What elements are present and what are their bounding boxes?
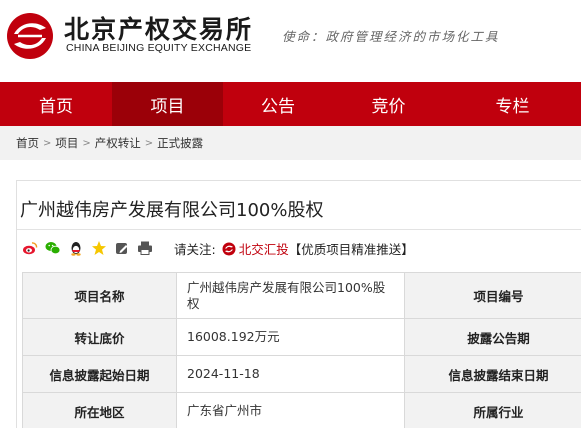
cbex-logo-icon[interactable] xyxy=(6,12,54,60)
breadcrumb-projects[interactable]: 项目 xyxy=(55,135,78,151)
title-divider xyxy=(17,229,581,230)
breadcrumb-separator: > xyxy=(144,137,154,149)
weibo-icon[interactable] xyxy=(22,240,38,256)
qq-icon[interactable] xyxy=(68,240,84,256)
table-row: 所在地区 广东省广州市 所属行业 xyxy=(22,392,581,428)
nav-item-home[interactable]: 首页 xyxy=(0,82,112,126)
follow-prompt: 请关注: 北交汇投 【优质项目精准推送】 xyxy=(174,239,414,258)
industry-label: 所属行业 xyxy=(404,392,581,428)
reserve-price-value: 16008.192万元 xyxy=(176,318,405,356)
mission-slogan: 使命：政府管理经济的市场化工具 xyxy=(282,29,500,44)
logo-english-name[interactable]: CHINA BEIJING EQUITY EXCHANGE xyxy=(66,42,251,54)
breadcrumb-home[interactable]: 首页 xyxy=(16,135,39,151)
disclosure-start-label: 信息披露起始日期 xyxy=(22,355,177,393)
edit-icon[interactable] xyxy=(114,240,130,256)
disclosure-period-label: 披露公告期 xyxy=(404,318,581,356)
site-header: 北京产权交易所 CHINA BEIJING EQUITY EXCHANGE 使命… xyxy=(0,0,581,82)
bjx-logo-icon[interactable] xyxy=(222,242,236,256)
promo-text[interactable]: 【优质项目精准推送】 xyxy=(289,239,414,258)
share-bar xyxy=(22,238,160,258)
project-info-table: 项目名称 广州越伟房产发展有限公司100%股权 项目编号 转让底价 16008.… xyxy=(22,272,581,428)
breadcrumb-separator: > xyxy=(82,137,91,149)
follow-label: 请关注: xyxy=(174,242,216,257)
reserve-price-label: 转让底价 xyxy=(22,318,177,356)
breadcrumb-equity-transfer[interactable]: 产权转让 xyxy=(95,135,141,151)
print-icon[interactable] xyxy=(137,240,153,256)
table-row: 转让底价 16008.192万元 披露公告期 xyxy=(22,318,581,356)
project-code-label: 项目编号 xyxy=(404,272,581,319)
main-nav: 首页 项目 公告 竞价 专栏 xyxy=(0,82,581,126)
qzone-star-icon[interactable] xyxy=(91,240,107,256)
nav-item-projects[interactable]: 项目 xyxy=(112,82,223,126)
nav-item-columns[interactable]: 专栏 xyxy=(444,82,581,126)
logo-chinese-name[interactable]: 北京产权交易所 xyxy=(64,10,253,46)
project-name-value: 广州越伟房产发展有限公司100%股权 xyxy=(176,272,405,319)
wechat-icon[interactable] xyxy=(45,240,61,256)
table-row: 项目名称 广州越伟房产发展有限公司100%股权 项目编号 xyxy=(22,272,581,319)
breadcrumb-formal-disclosure: 正式披露 xyxy=(157,136,204,150)
nav-item-announcements[interactable]: 公告 xyxy=(223,82,333,126)
breadcrumb-separator: > xyxy=(43,137,52,149)
region-value: 广东省广州市 xyxy=(176,392,405,428)
table-row: 信息披露起始日期 2024-11-18 信息披露结束日期 xyxy=(22,355,581,393)
disclosure-start-value: 2024-11-18 xyxy=(176,355,405,393)
nav-item-bidding[interactable]: 竞价 xyxy=(333,82,444,126)
region-label: 所在地区 xyxy=(22,392,177,428)
bjx-link[interactable]: 北交汇投 xyxy=(239,239,289,258)
breadcrumb: 首页 > 项目 > 产权转让 > 正式披露 xyxy=(0,126,581,160)
disclosure-end-label: 信息披露结束日期 xyxy=(404,355,581,393)
project-name-label: 项目名称 xyxy=(22,272,177,319)
project-title: 广州越伟房产发展有限公司100%股权 xyxy=(20,200,324,221)
